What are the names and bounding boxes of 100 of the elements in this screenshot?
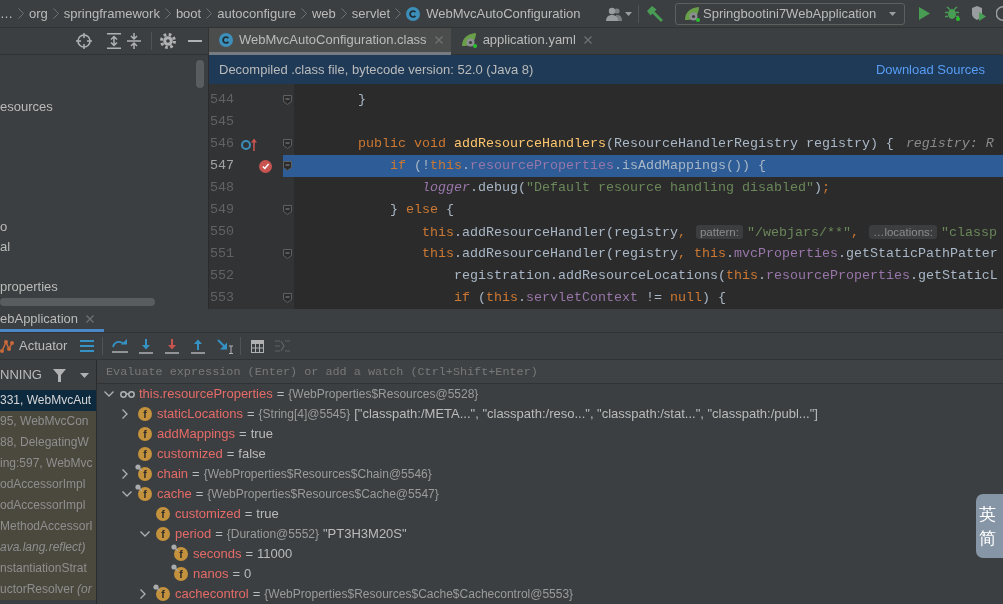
chevron-down-icon[interactable]	[140, 531, 150, 537]
actuator-button[interactable]: Actuator	[0, 338, 68, 354]
run-to-cursor-icon[interactable]	[217, 338, 235, 354]
fold-icon[interactable]	[283, 95, 292, 105]
scrollbar-thumb[interactable]	[196, 60, 204, 88]
field-badge: f	[138, 467, 152, 481]
field-badge: f	[138, 447, 152, 461]
step-into-icon[interactable]	[139, 338, 154, 354]
variable-entry[interactable]: customized = false	[157, 446, 266, 462]
caret-icon[interactable]	[625, 11, 632, 16]
nodes-icon	[0, 339, 14, 353]
filter-icon[interactable]	[52, 368, 66, 382]
stack-frame-item[interactable]: odAccessorImpl	[0, 474, 96, 495]
line-number: 547	[209, 157, 235, 175]
breadcrumb-item[interactable]: WebMvcAutoConfiguration	[426, 5, 581, 22]
field-badge: f	[156, 507, 170, 521]
ring-arrow-icon[interactable]	[241, 137, 257, 151]
breadcrumb-item[interactable]: org	[29, 5, 48, 22]
variable-entry[interactable]: nanos = 0	[193, 566, 252, 582]
menu-icon[interactable]	[80, 340, 95, 352]
chevron-icon	[395, 8, 402, 19]
bug-icon[interactable]	[945, 6, 960, 21]
force-step-into-icon[interactable]	[165, 338, 180, 354]
field-badge: f	[138, 407, 152, 421]
variable-entry[interactable]: addMappings = true	[157, 426, 274, 442]
chevron-right-icon[interactable]	[122, 409, 128, 419]
code-line: if (!this.resourceProperties.isAddMappings()) {	[390, 157, 766, 175]
tree-item[interactable]: o	[0, 219, 8, 234]
fold-icon[interactable]	[283, 139, 292, 149]
variable-entry[interactable]: chain = {WebProperties$Resources$Chain@5546}	[157, 466, 432, 482]
code-line: this.addResourceHandler(registry, pattern: "/webjars/**", …locations: "classp	[421, 223, 997, 242]
step-over-icon[interactable]	[112, 339, 129, 353]
stack-frame-item[interactable]: uctorResolver (or	[0, 579, 96, 600]
field-badge: f	[174, 567, 188, 581]
stack-frame-item[interactable]: ava.lang.reflect)	[0, 537, 96, 558]
breadcrumb-item[interactable]: servlet	[351, 5, 391, 22]
scrollbar-thumb[interactable]	[0, 298, 155, 306]
fold-icon[interactable]	[283, 293, 292, 303]
chevron-down-icon[interactable]	[104, 391, 114, 397]
expand-all-icon[interactable]	[107, 33, 121, 49]
code-line: registration.addResourceLocations(this.resourceProperties.getStaticL	[453, 267, 998, 285]
settings-icon[interactable]	[160, 33, 176, 49]
thread-status-label[interactable]: NNING	[0, 367, 42, 383]
shield-play-icon[interactable]	[972, 6, 986, 21]
banner-text: Decompiled .class file, bytecode version: 52.0 (Java 8)	[219, 61, 534, 78]
breadcrumb-item[interactable]: autoconfigure	[217, 5, 296, 22]
breadcrumb-item[interactable]: …	[0, 5, 13, 22]
variable-entry[interactable]: cachecontrol = {WebProperties$Resources$Cache$Cachecontrol@5553}	[175, 586, 574, 602]
step-out-icon[interactable]	[191, 338, 206, 354]
fold-icon[interactable]	[283, 161, 292, 171]
chevron-down-icon[interactable]	[122, 491, 132, 497]
download-sources-link[interactable]: Download Sources	[875, 61, 985, 78]
ime-mode-toggle[interactable]: 简	[979, 526, 1003, 550]
field-badge: f	[138, 427, 152, 441]
tree-item[interactable]: al	[0, 239, 11, 254]
breakpoint-icon[interactable]	[259, 159, 272, 173]
variable-entry[interactable]: this.resourceProperties = {WebProperties$Resources@5528}	[139, 386, 479, 402]
crosshair-icon[interactable]	[76, 33, 92, 49]
breadcrumb-item[interactable]: springframework	[63, 5, 160, 22]
breadcrumb-item[interactable]: boot	[175, 5, 202, 22]
play-icon[interactable]	[919, 7, 930, 20]
variable-entry[interactable]: cache = {WebProperties$Resources$Cache@5547}	[157, 486, 439, 502]
variable-entry[interactable]: staticLocations = {String[4]@5545} ["classpath:/META...", "classpath:/reso...", "classpath:/stat...", "classpath:/publ..."]	[157, 406, 818, 422]
chevron-right-icon[interactable]	[140, 589, 146, 599]
breadcrumb-item[interactable]: web	[312, 5, 336, 22]
chevron-icon	[164, 8, 171, 19]
close-icon[interactable]	[86, 315, 95, 323]
chevron-right-icon[interactable]	[122, 469, 128, 479]
caret-icon[interactable]	[79, 372, 89, 378]
fold-icon[interactable]	[283, 249, 292, 259]
calculator-icon[interactable]	[251, 339, 265, 353]
stack-frame-item[interactable]: MethodAccessorI	[0, 516, 96, 537]
tree-item[interactable]: esources	[0, 99, 53, 114]
editor-tab[interactable]: WebMvcAutoConfiguration.class	[209, 28, 451, 55]
editor-tab[interactable]: application.yaml	[450, 28, 600, 55]
class-icon	[406, 6, 421, 21]
chevron-icon	[18, 8, 24, 19]
code-line: logger.debug("Default resource handling disabled");	[421, 179, 830, 197]
caret-icon	[889, 11, 896, 16]
variable-entry[interactable]: seconds = 11000	[193, 546, 293, 562]
ime-mode-toggle[interactable]: 英	[979, 502, 1003, 526]
stack-frame-item[interactable]: nstantiationStrat	[0, 558, 96, 579]
fold-icon[interactable]	[283, 205, 292, 215]
arc-icon[interactable]	[996, 6, 1003, 21]
chevron-icon	[206, 8, 213, 19]
stack-frame-item[interactable]: 88, DelegatingW	[0, 432, 96, 453]
close-icon[interactable]	[583, 36, 592, 44]
collapse-all-icon[interactable]	[127, 33, 141, 49]
run-configuration-dropdown[interactable]: Springbootini7WebApplication	[675, 2, 905, 25]
variable-entry[interactable]: period = {Duration@5552} "PT3H3M20S"	[175, 526, 407, 542]
stack-frame-item[interactable]: 331, WebMvcAut	[0, 390, 96, 411]
code-line: public void addResourceHandlers(ResourceHandlerRegistry registry) { registry: R	[358, 135, 994, 153]
stack-frame-item[interactable]: ing:597, WebMvc	[0, 453, 96, 474]
hammer-icon[interactable]	[647, 5, 663, 22]
stack-frame-item[interactable]: odAccessorImpl	[0, 495, 96, 516]
leaf-icon	[684, 5, 700, 22]
user-icon[interactable]	[606, 6, 622, 21]
tree-item[interactable]: properties	[0, 279, 58, 294]
variable-entry[interactable]: customized = true	[175, 506, 279, 522]
stack-frame-item[interactable]: 95, WebMvcCon	[0, 411, 96, 432]
